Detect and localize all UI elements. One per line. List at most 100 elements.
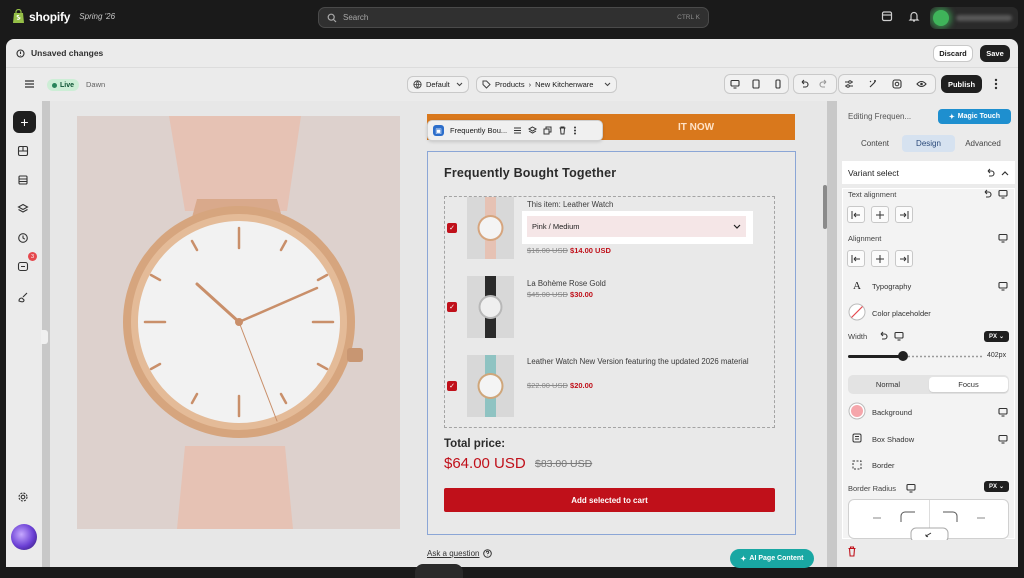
apps-icon[interactable] bbox=[17, 174, 29, 186]
layers-icon[interactable] bbox=[17, 203, 29, 215]
template-label: Default bbox=[426, 80, 450, 89]
ai-page-content-button[interactable]: ✦ AI Page Content bbox=[730, 549, 814, 568]
border-icon bbox=[848, 456, 866, 474]
ask-question-link[interactable]: Ask a question bbox=[427, 549, 493, 558]
width-unit: PX bbox=[988, 333, 997, 340]
align-right-icon[interactable] bbox=[895, 250, 913, 267]
variant-select-field[interactable]: Pink / Medium bbox=[527, 216, 746, 237]
border-radius-editor[interactable] bbox=[848, 499, 1009, 543]
help-icon bbox=[483, 549, 493, 558]
total-old-price: $83.00 USD bbox=[535, 458, 593, 470]
reset-icon[interactable] bbox=[878, 331, 888, 341]
mobile-icon[interactable] bbox=[769, 75, 787, 93]
border-label[interactable]: Border bbox=[872, 461, 895, 470]
undo-icon[interactable] bbox=[795, 75, 813, 93]
canvas-scrollbar[interactable] bbox=[823, 185, 827, 229]
align-center-icon[interactable] bbox=[871, 250, 889, 267]
search-shortcut: CTRL K bbox=[677, 14, 700, 21]
plus-icon: + bbox=[20, 114, 29, 130]
sections-icon[interactable] bbox=[17, 145, 29, 157]
reset-icon[interactable] bbox=[985, 168, 995, 178]
background-color-swatch[interactable] bbox=[848, 402, 866, 420]
tab-design[interactable]: Design bbox=[902, 135, 955, 152]
variant-select[interactable]: Pink / Medium bbox=[522, 211, 753, 244]
add-section-button[interactable]: + bbox=[13, 111, 36, 133]
history-icon[interactable] bbox=[17, 232, 29, 244]
desktop-icon[interactable] bbox=[906, 483, 916, 493]
sparkle-icon: ✦ bbox=[948, 113, 955, 121]
tablet-icon[interactable] bbox=[747, 75, 765, 93]
user-name-blurred bbox=[956, 15, 1012, 21]
more-icon[interactable] bbox=[990, 77, 1002, 91]
publish-button[interactable]: Publish bbox=[941, 75, 982, 93]
product-image[interactable] bbox=[77, 116, 400, 529]
template-select[interactable]: Default bbox=[407, 76, 469, 93]
app-block-icon: ▣ bbox=[433, 125, 444, 136]
collapse-rail-handle[interactable] bbox=[41, 330, 48, 344]
eye-icon[interactable] bbox=[912, 75, 930, 93]
align-left-icon[interactable] bbox=[847, 206, 865, 223]
magic-icon[interactable] bbox=[864, 75, 882, 93]
sidekick-orb[interactable] bbox=[11, 524, 37, 550]
chat-icon[interactable] bbox=[17, 261, 29, 273]
drag-icon[interactable] bbox=[513, 126, 522, 135]
desktop-icon[interactable] bbox=[894, 331, 904, 341]
gear-icon[interactable] bbox=[17, 491, 29, 503]
discard-button[interactable]: Discard bbox=[933, 45, 973, 62]
layers-icon[interactable] bbox=[528, 126, 538, 135]
item-title-this: This item: Leather Watch bbox=[527, 199, 613, 211]
typography-label[interactable]: Typography bbox=[872, 282, 911, 291]
add-to-cart-button[interactable]: Add selected to cart bbox=[444, 488, 775, 512]
trash-icon[interactable] bbox=[847, 546, 857, 557]
box-shadow-label[interactable]: Box Shadow bbox=[872, 435, 914, 444]
save-button[interactable]: Save bbox=[980, 45, 1010, 62]
bottom-drawer-handle[interactable] bbox=[415, 564, 463, 578]
old-price: $22.00 USD bbox=[527, 381, 568, 390]
store-icon[interactable] bbox=[880, 9, 894, 23]
width-slider-track[interactable] bbox=[903, 355, 982, 358]
menu-icon[interactable] bbox=[24, 79, 35, 89]
item-checkbox[interactable]: ✓ bbox=[447, 302, 457, 312]
width-unit-select[interactable]: PX ⌄ bbox=[984, 331, 1009, 342]
desktop-icon[interactable] bbox=[998, 434, 1008, 444]
redo-icon[interactable] bbox=[815, 75, 833, 93]
duplicate-icon[interactable] bbox=[543, 126, 552, 135]
desktop-icon[interactable] bbox=[998, 233, 1008, 243]
color-swatch-empty[interactable] bbox=[848, 303, 866, 321]
border-radius-label: Border Radius bbox=[848, 484, 896, 493]
brush-icon[interactable] bbox=[17, 291, 29, 303]
align-center-icon[interactable] bbox=[871, 206, 889, 223]
state-focus-tab[interactable]: Focus bbox=[929, 377, 1008, 392]
desktop-icon[interactable] bbox=[998, 281, 1008, 291]
trash-icon[interactable] bbox=[558, 126, 567, 135]
item-checkbox[interactable]: ✓ bbox=[447, 223, 457, 233]
page-breadcrumb[interactable]: Products › New Kitchenware bbox=[476, 76, 617, 93]
reset-icon[interactable] bbox=[982, 189, 992, 199]
desktop-icon[interactable] bbox=[726, 75, 744, 93]
desktop-icon[interactable] bbox=[998, 189, 1008, 199]
width-value[interactable]: 402px bbox=[987, 352, 1006, 359]
shopify-logo[interactable]: shopify Spring '26 bbox=[12, 9, 115, 24]
more-icon[interactable] bbox=[573, 126, 577, 135]
user-menu[interactable] bbox=[930, 7, 1018, 29]
magic-touch-button[interactable]: ✦ Magic Touch bbox=[938, 109, 1011, 124]
inspect-icon[interactable] bbox=[888, 75, 906, 93]
desktop-icon[interactable] bbox=[998, 407, 1008, 417]
tab-advanced[interactable]: Advanced bbox=[956, 135, 1010, 152]
item-price: $22.00 USD $20.00 bbox=[527, 380, 593, 392]
chevron-up-icon[interactable] bbox=[1001, 170, 1009, 176]
align-right-icon[interactable] bbox=[895, 206, 913, 223]
notification-badge: 3 bbox=[28, 252, 37, 261]
item-checkbox[interactable]: ✓ bbox=[447, 381, 457, 391]
search-input[interactable]: Search CTRL K bbox=[318, 7, 709, 28]
align-left-icon[interactable] bbox=[847, 250, 865, 267]
state-normal-tab[interactable]: Normal bbox=[848, 376, 928, 393]
bell-icon[interactable] bbox=[907, 9, 921, 23]
width-slider-handle[interactable] bbox=[898, 351, 908, 361]
radius-unit: PX bbox=[988, 483, 997, 490]
sliders-icon[interactable] bbox=[840, 75, 858, 93]
tab-content[interactable]: Content bbox=[848, 135, 902, 152]
radius-unit-select[interactable]: PX ⌄ bbox=[984, 481, 1009, 492]
variant-select-section[interactable]: Variant select bbox=[842, 161, 1015, 184]
color-placeholder-label: Color placeholder bbox=[872, 309, 931, 318]
